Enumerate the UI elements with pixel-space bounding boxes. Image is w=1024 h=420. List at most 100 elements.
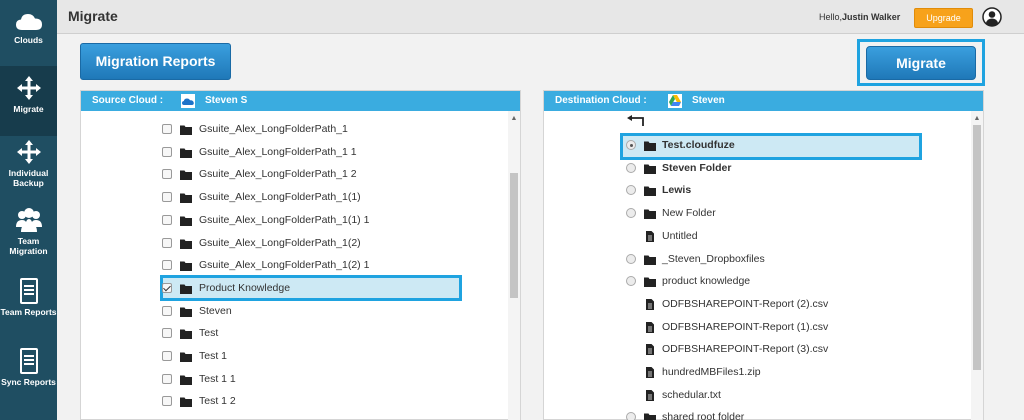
folder-checkbox[interactable] [162,238,172,248]
source-scrollbar[interactable]: ▲ [508,111,520,420]
destination-radio[interactable] [626,254,636,264]
destination-item-row[interactable]: ODFBSHAREPOINT-Report (2).csv [626,295,926,315]
folder-checkbox[interactable] [162,192,172,202]
migrate-button-highlight: Migrate [857,39,985,86]
item-name: hundredMBFiles1.zip [662,366,761,378]
destination-item-row[interactable]: product knowledge [626,272,926,292]
folder-name: Test 1 2 [199,395,236,407]
source-folder-row[interactable]: Gsuite_Alex_LongFolderPath_1 2 [162,165,452,185]
folder-name: Gsuite_Alex_LongFolderPath_1(2) 1 [199,259,370,271]
folder-name: Gsuite_Alex_LongFolderPath_1 [199,123,348,135]
source-folder-row[interactable]: Gsuite_Alex_LongFolderPath_1(1) 1 [162,211,452,231]
folder-icon [180,261,192,271]
item-name: Test.cloudfuze [662,139,735,151]
source-folder-row[interactable]: Product Knowledge [162,279,452,299]
folder-icon [180,239,192,249]
item-name: Steven Folder [662,162,732,174]
destination-item-row[interactable]: Untitled [626,227,926,247]
source-cloud-label: Source Cloud : [92,95,164,106]
source-folder-row[interactable]: Test [162,324,452,344]
back-arrow-icon[interactable] [627,115,645,127]
destination-item-row[interactable]: schedular.txt [626,386,926,406]
destination-item-row[interactable]: _Steven_Dropboxfiles [626,250,926,270]
source-folder-row[interactable]: Test 1 [162,347,452,367]
folder-checkbox[interactable] [162,351,172,361]
source-folder-row[interactable]: Gsuite_Alex_LongFolderPath_1(1) [162,188,452,208]
folder-icon [644,413,656,420]
folder-checkbox[interactable] [162,260,172,270]
source-folder-row[interactable]: Test 1 1 [162,370,452,390]
source-folder-row[interactable]: Gsuite_Alex_LongFolderPath_1(2) 1 [162,256,452,276]
destination-item-row[interactable]: Test.cloudfuze [626,136,926,156]
folder-checkbox[interactable] [162,147,172,157]
sidebar-item-individual-backup[interactable]: Individual Backup [0,134,57,204]
folder-icon [180,125,192,135]
upgrade-button[interactable]: Upgrade [914,8,973,28]
folder-icon [644,209,656,219]
folder-checkbox[interactable] [162,328,172,338]
greeting-prefix: Hello, [819,12,843,22]
sidebar-item-label: Sync Reports [1,377,56,387]
sidebar-item-label: Migrate [13,104,44,114]
folder-icon [180,352,192,362]
destination-item-row[interactable]: hundredMBFiles1.zip [626,363,926,383]
user-avatar-icon[interactable] [982,7,1002,27]
onedrive-icon [181,94,195,108]
sidebar: Clouds Migrate Individual Backup Team Mi… [0,0,57,420]
destination-radio[interactable] [626,412,636,420]
sidebar-item-sync-reports[interactable]: Sync Reports [0,342,57,412]
destination-item-row[interactable]: ODFBSHAREPOINT-Report (3).csv [626,340,926,360]
move-arrows-icon [16,76,41,100]
folder-name: Test 1 [199,350,228,362]
sidebar-item-team-reports[interactable]: Team Reports [0,272,57,342]
source-folder-row[interactable]: Test 1 2 [162,392,452,412]
source-folder-row[interactable]: Steven [162,302,452,322]
item-name: ODFBSHAREPOINT-Report (2).csv [662,298,829,310]
folder-checkbox[interactable] [162,169,172,179]
document-icon [19,348,38,374]
folder-checkbox[interactable] [162,124,172,134]
source-folder-row[interactable]: Gsuite_Alex_LongFolderPath_1 1 [162,143,452,163]
folder-checkbox[interactable] [162,215,172,225]
folder-checkbox[interactable] [162,396,172,406]
folder-name: Gsuite_Alex_LongFolderPath_1(1) [199,191,361,203]
source-folder-row[interactable]: Gsuite_Alex_LongFolderPath_1 [162,120,452,140]
destination-item-row[interactable]: New Folder [626,204,926,224]
sidebar-item-clouds[interactable]: Clouds [0,0,57,70]
source-folder-row[interactable]: Gsuite_Alex_LongFolderPath_1(2) [162,234,452,254]
sidebar-item-team-migration[interactable]: Team Migration [0,203,57,273]
destination-radio[interactable] [626,276,636,286]
folder-icon [180,284,192,294]
folder-icon [180,397,192,407]
item-name: product knowledge [662,275,751,287]
folder-name: Test 1 1 [199,373,236,385]
folder-checkbox[interactable] [162,374,172,384]
folder-checkbox[interactable] [162,306,172,316]
destination-radio[interactable] [626,185,636,195]
migrate-button[interactable]: Migrate [866,46,976,80]
destination-item-row[interactable]: ODFBSHAREPOINT-Report (1).csv [626,318,926,338]
destination-radio[interactable] [626,140,636,150]
folder-name: Product Knowledge [199,282,291,294]
destination-radio[interactable] [626,163,636,173]
destination-item-row[interactable]: shared root folder [626,408,926,420]
destination-item-row[interactable]: Lewis [626,181,926,201]
destination-scrollbar[interactable]: ▲ [971,111,983,420]
destination-radio[interactable] [626,208,636,218]
user-greeting: Hello,Justin Walker [819,12,900,22]
source-scroll-thumb[interactable] [510,173,518,298]
page-title: Migrate [68,8,118,24]
folder-name: Gsuite_Alex_LongFolderPath_1(1) 1 [199,214,370,226]
scroll-up-icon[interactable]: ▲ [973,115,981,122]
migration-reports-button[interactable]: Migration Reports [80,43,231,80]
sidebar-item-migrate[interactable]: Migrate [0,66,57,136]
folder-checkbox[interactable] [162,283,172,293]
destination-item-row[interactable]: Steven Folder [626,159,926,179]
destination-scroll-thumb[interactable] [973,125,981,370]
folder-icon [644,164,656,174]
sidebar-item-label: Clouds [14,35,43,45]
sidebar-item-label: Individual Backup [8,168,49,188]
folder-icon [180,307,192,317]
scroll-up-icon[interactable]: ▲ [510,115,518,122]
file-icon [646,299,654,310]
